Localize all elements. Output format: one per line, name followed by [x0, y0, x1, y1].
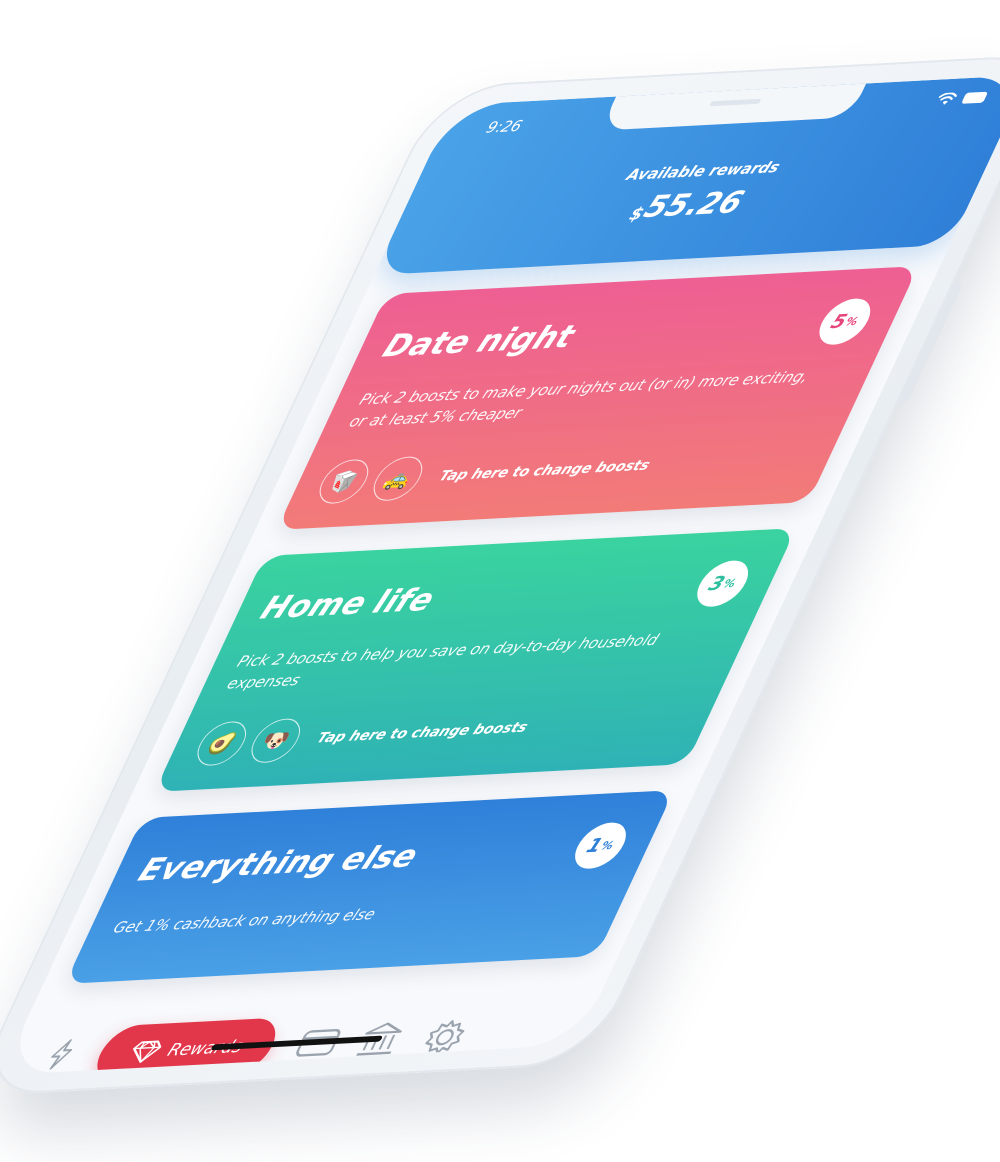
avocado-icon[interactable]: 🥑	[189, 720, 255, 767]
boost-row[interactable]: 🥑 🐶 Tap here to change boosts	[189, 706, 537, 767]
home-life-card[interactable]: Home life 3% Pick 2 boosts to help you s…	[154, 528, 797, 792]
card-description: Pick 2 boosts to help you save on day-to…	[224, 630, 662, 693]
card-description: Get 1% cashback on anything else	[110, 905, 379, 937]
boost-row[interactable]: 🥡 🚕 Tap here to change boosts	[311, 444, 659, 505]
amount-value: 55.26	[638, 185, 750, 226]
dog-icon[interactable]: 🐶	[243, 717, 309, 764]
speaker	[709, 98, 762, 107]
phone: 9:26 Available rewards $55.26 Date night	[0, 53, 1000, 1097]
change-boosts-link[interactable]: Tap here to change boosts	[436, 458, 652, 485]
change-boosts-link[interactable]: Tap here to change boosts	[314, 720, 530, 747]
diamond-icon	[133, 1040, 162, 1063]
lightning-icon[interactable]	[42, 1038, 81, 1071]
date-night-card[interactable]: Date night 5% Pick 2 boosts to make your…	[276, 266, 919, 530]
status-time: 9:26	[483, 116, 526, 137]
everything-else-card[interactable]: Everything else 1% Get 1% cashback on an…	[64, 790, 675, 984]
status-icons	[935, 91, 989, 107]
app-screen: 9:26 Available rewards $55.26 Date night	[0, 74, 1000, 1076]
card-description: Pick 2 boosts to make your nights out (o…	[346, 367, 813, 431]
percent-badge: 5%	[811, 297, 879, 346]
percent-badge: 1%	[566, 821, 635, 870]
stage: 9:26 Available rewards $55.26 Date night	[0, 0, 1000, 1162]
card-title: Everything else	[132, 838, 425, 889]
taxi-icon[interactable]: 🚕	[365, 455, 431, 502]
wifi-icon	[938, 92, 957, 105]
takeout-box-icon[interactable]: 🥡	[311, 458, 377, 505]
battery-icon	[961, 91, 989, 104]
card-title: Date night	[376, 318, 581, 365]
card-title: Home life	[254, 581, 441, 627]
percent-badge: 3%	[688, 559, 757, 608]
